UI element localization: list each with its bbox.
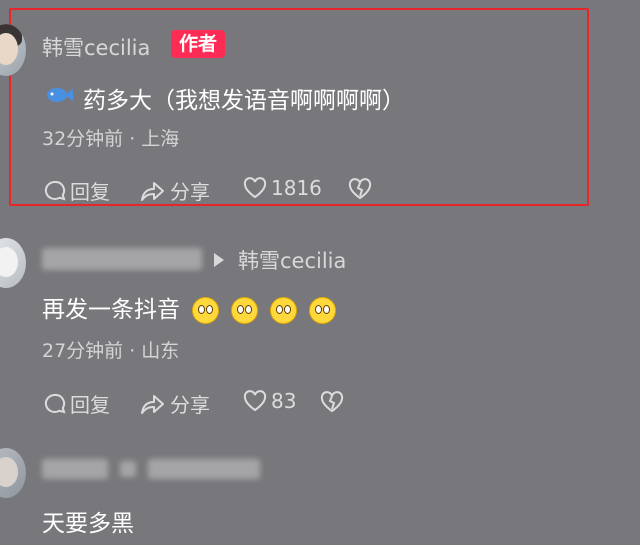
smiley-emoji-icon: [270, 297, 297, 324]
like-button[interactable]: 83: [243, 389, 296, 413]
reply-label: 回复: [70, 180, 110, 204]
avatar[interactable]: [0, 238, 26, 288]
comment-text: 天要多黑: [42, 511, 134, 537]
share-button[interactable]: 分享: [140, 176, 210, 205]
comment-text: 再发一条抖音: [42, 290, 336, 324]
reply-button[interactable]: 回复: [44, 176, 110, 205]
blurred-username: [148, 459, 260, 479]
like-count: 83: [271, 389, 297, 413]
comment-username[interactable]: 韩雪cecilia: [42, 32, 150, 62]
dislike-heart-icon: [320, 391, 344, 413]
share-label: 分享: [170, 393, 210, 417]
share-icon: [141, 181, 164, 201]
reply-button[interactable]: 回复: [44, 389, 110, 418]
comment-icon: [44, 180, 66, 200]
share-label: 分享: [170, 180, 210, 204]
blurred-username: [42, 459, 108, 479]
heart-icon: [243, 177, 267, 199]
comment-meta: 27分钟前 · 山东: [42, 340, 180, 362]
dislike-button[interactable]: [348, 178, 376, 200]
blurred-username: [120, 461, 136, 477]
avatar[interactable]: [0, 448, 26, 498]
comment-icon: [44, 393, 66, 413]
dislike-button[interactable]: [320, 391, 348, 413]
share-icon: [141, 394, 164, 414]
reply-label: 回复: [70, 393, 110, 417]
share-button[interactable]: 分享: [140, 389, 210, 418]
comment-text: 药多大（我想发语音啊啊啊啊）: [83, 88, 405, 114]
like-count: 1816: [271, 176, 322, 200]
reply-to-username[interactable]: 韩雪cecilia: [238, 245, 346, 275]
author-badge: 作者: [171, 30, 226, 58]
dislike-heart-icon: [348, 178, 372, 200]
fish-icon: [45, 86, 73, 108]
blurred-username: [42, 248, 202, 270]
heart-icon: [243, 390, 267, 412]
smiley-emoji-icon: [192, 297, 219, 324]
like-button[interactable]: 1816: [243, 176, 322, 200]
comment-meta: 32分钟前 · 上海: [42, 128, 180, 150]
play-triangle-icon: [214, 252, 224, 271]
smiley-emoji-icon: [309, 297, 336, 324]
smiley-emoji-icon: [231, 297, 258, 324]
